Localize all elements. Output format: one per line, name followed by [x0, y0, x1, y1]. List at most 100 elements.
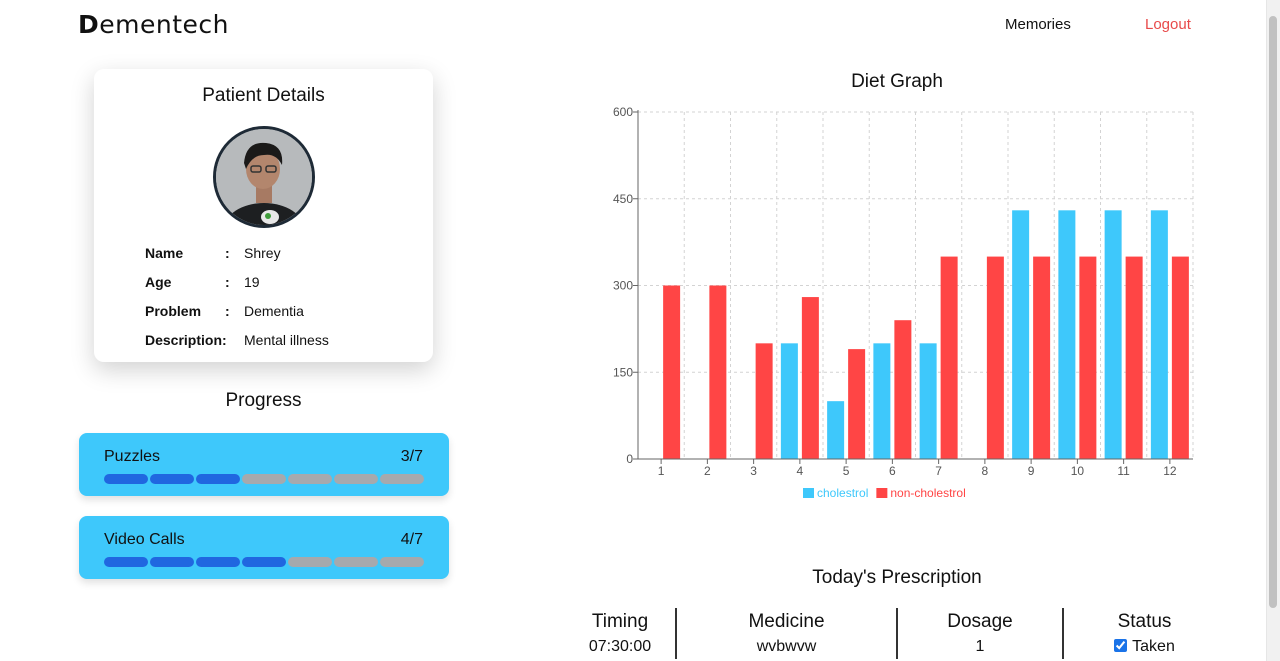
- progress-segment-todo: [380, 474, 424, 484]
- progress-segment-done: [196, 474, 240, 484]
- progress-label: Puzzles: [104, 448, 161, 465]
- progress-segment-done: [150, 557, 194, 567]
- bar-non-cholestrol-1: [663, 285, 681, 459]
- bar-non-cholestrol-12: [1171, 256, 1189, 459]
- detail-colon: :: [225, 303, 230, 319]
- brand-first-letter: D: [78, 10, 100, 39]
- detail-value: Dementia: [244, 303, 304, 319]
- diet-bar-chart: 01503004506001 2 3 4 5 6 7 8 9 10 11 12cholestrol no…: [613, 105, 1194, 500]
- progress-segment-done: [150, 474, 194, 484]
- x-tick-label: 5: [843, 464, 850, 478]
- x-tick-label: 9: [1028, 464, 1035, 478]
- bar-non-cholestrol-4: [801, 297, 819, 459]
- nav-memories-link[interactable]: Memories: [1005, 16, 1071, 33]
- x-tick-label: 7: [935, 464, 942, 478]
- progress-card-puzzles[interactable]: Puzzles 3/7: [79, 433, 449, 496]
- x-tick-label: 4: [797, 464, 804, 478]
- bar-non-cholestrol-2: [709, 285, 727, 459]
- bar-cholestrol-11: [1104, 210, 1122, 459]
- patient-avatar: [213, 126, 315, 228]
- detail-label: Description:: [145, 332, 227, 348]
- bar-cholestrol-4: [780, 343, 798, 459]
- detail-value: 19: [244, 274, 260, 290]
- table-row: 07:30:00 wvbwvw 1 Taken: [565, 635, 1225, 659]
- progress-segment-todo: [380, 557, 424, 567]
- detail-colon: :: [225, 274, 230, 290]
- brand-logo[interactable]: Dementech: [78, 10, 229, 39]
- y-tick-label: 150: [613, 365, 633, 379]
- progress-segment-done: [242, 557, 286, 567]
- x-tick-label: 10: [1071, 464, 1085, 478]
- avatar-photo-image: [216, 129, 312, 225]
- x-tick-label: 8: [982, 464, 989, 478]
- progress-segment-todo: [334, 474, 378, 484]
- taken-checkbox[interactable]: [1114, 639, 1128, 652]
- bar-non-cholestrol-5: [848, 349, 866, 459]
- detail-colon: :: [225, 245, 230, 261]
- x-tick-label: 6: [889, 464, 896, 478]
- brand-rest: ementech: [99, 10, 229, 39]
- bar-cholestrol-12: [1150, 210, 1168, 459]
- column-header-dosage: Dosage: [896, 608, 1062, 635]
- y-tick-label: 300: [613, 279, 633, 293]
- detail-label: Problem: [145, 303, 202, 319]
- status-label: Taken: [1132, 638, 1175, 655]
- bar-cholestrol-5: [827, 401, 845, 459]
- patient-details-title: Patient Details: [202, 85, 325, 106]
- bar-non-cholestrol-10: [1079, 256, 1097, 459]
- progress-bar: [104, 474, 424, 484]
- legend-label-non-cholestrol: non-cholestrol: [890, 486, 965, 500]
- column-header-timing: Timing: [591, 611, 649, 632]
- bar-non-cholestrol-7: [940, 256, 958, 459]
- bar-non-cholestrol-6: [894, 320, 912, 459]
- scrollbar-thumb[interactable]: [1269, 16, 1277, 608]
- progress-card-video-calls[interactable]: Video Calls 4/7: [79, 516, 449, 579]
- legend-swatch-non-cholestrol: [876, 488, 888, 498]
- legend-swatch-cholestrol: [803, 488, 814, 498]
- column-header-status: Status: [1062, 608, 1225, 635]
- bar-cholestrol-6: [873, 343, 891, 459]
- legend-label-cholestrol: cholestrol: [817, 486, 868, 500]
- bar-non-cholestrol-9: [1033, 256, 1051, 459]
- progress-segment-done: [196, 557, 240, 567]
- bar-cholestrol-7: [919, 343, 937, 459]
- progress-segment-todo: [288, 557, 332, 567]
- x-tick-label: 3: [750, 464, 757, 478]
- cell-timing: 07:30:00: [588, 638, 652, 655]
- prescription-table: Timing Medicine Dosage Status 07:30:00 w…: [565, 608, 1225, 659]
- chart-title: Diet Graph: [851, 71, 943, 92]
- cell-medicine: wvbwvw: [675, 635, 896, 659]
- progress-count: 4/7: [400, 531, 423, 548]
- page-scrollbar[interactable]: [1266, 0, 1280, 661]
- progress-segment-todo: [334, 557, 378, 567]
- bar-cholestrol-9: [1012, 210, 1030, 459]
- progress-segment-done: [104, 474, 148, 484]
- detail-value: Mental illness: [244, 332, 329, 348]
- x-tick-label: 2: [704, 464, 711, 478]
- column-header-medicine: Medicine: [675, 608, 896, 635]
- x-tick-label: 1: [658, 464, 665, 478]
- progress-title: Progress: [225, 390, 302, 411]
- bar-non-cholestrol-11: [1125, 256, 1143, 459]
- progress-segment-todo: [288, 474, 332, 484]
- x-tick-label: 12: [1163, 464, 1177, 478]
- prescription-header-row: Timing Medicine Dosage Status: [565, 608, 1225, 635]
- y-tick-label: 450: [613, 192, 633, 206]
- detail-value: Shrey: [244, 245, 281, 261]
- detail-label: Age: [145, 274, 172, 290]
- detail-label: Name: [145, 245, 184, 261]
- cell-status: Taken: [1062, 635, 1225, 659]
- nav-logout-link[interactable]: Logout: [1145, 16, 1191, 33]
- progress-count: 3/7: [400, 448, 423, 465]
- progress-segment-todo: [242, 474, 286, 484]
- cell-dosage: 1: [896, 635, 1062, 659]
- bar-non-cholestrol-8: [986, 256, 1004, 459]
- bar-non-cholestrol-3: [755, 343, 773, 459]
- y-tick-label: 0: [626, 452, 633, 466]
- progress-label: Video Calls: [104, 531, 185, 548]
- progress-segment-done: [104, 557, 148, 567]
- y-tick-label: 600: [613, 105, 633, 119]
- progress-bar: [104, 557, 424, 567]
- patient-details-card: Patient Details Name : Shrey Age : 19 Pr…: [94, 69, 433, 362]
- prescription-title: Today's Prescription: [812, 567, 982, 588]
